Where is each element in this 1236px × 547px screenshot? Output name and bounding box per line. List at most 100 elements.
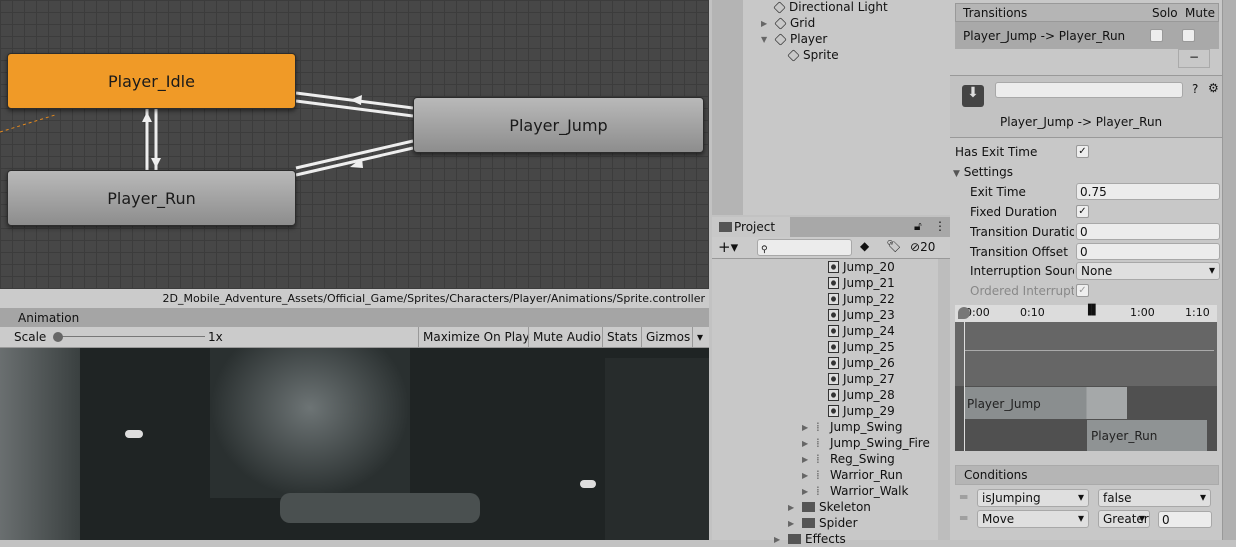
hierarchy-item-sprite[interactable]: Sprite [787,48,839,62]
hierarchy-item-player[interactable]: ▼ Player [761,32,827,46]
solo-header: Solo [1152,6,1178,20]
expand-arrow-icon[interactable]: ▶ [802,423,812,432]
condition-param-dropdown[interactable]: Move [977,510,1089,528]
project-item-animation[interactable]: ▶ ⁞ Warrior_Walk [802,483,908,499]
drag-handle-icon[interactable]: ═ [960,490,967,504]
project-item-sprite[interactable]: Jump_29 [828,403,895,419]
expand-arrow-icon[interactable]: ▶ [761,19,771,28]
expand-arrow-icon[interactable]: ▶ [802,471,812,480]
hierarchy-item-directional-light[interactable]: Directional Light [773,0,888,14]
expand-arrow-icon[interactable]: ▶ [788,503,798,512]
gear-icon[interactable]: ⚙ [1208,81,1219,95]
expand-arrow-icon[interactable]: ▶ [802,455,812,464]
project-item-sprite[interactable]: Jump_27 [828,371,895,387]
filter-type-icon[interactable]: ◆ [860,239,869,253]
project-item-animation[interactable]: ▶ ⁞ Jump_Swing_Fire [802,435,930,451]
project-tab-label: Project [734,220,776,234]
playhead-handle[interactable] [958,307,970,319]
clip-player-jump[interactable]: Player_Jump [967,397,1041,411]
drag-handle-icon[interactable]: ═ [960,511,967,525]
hierarchy-item-grid[interactable]: ▶ Grid [761,16,815,30]
transition-offset-input[interactable]: 0 [1076,243,1220,260]
game-view[interactable] [0,348,709,540]
project-scrollbar[interactable] [938,259,950,540]
gizmos-dropdown-icon[interactable]: ▾ [692,327,707,348]
mute-audio-button[interactable]: Mute Audio [528,327,605,348]
create-button[interactable]: +▾ [718,238,738,256]
tick-label: 1:10 [1185,306,1210,319]
clip-player-run[interactable]: Player_Run [1091,429,1157,443]
project-item-sprite[interactable]: Jump_28 [828,387,895,403]
settings-foldout[interactable]: ▼ Settings [953,165,1013,179]
state-player-idle[interactable]: Player_Idle [7,53,296,109]
inspector-scrollbar[interactable] [1222,0,1236,540]
project-item-animation[interactable]: ▶ ⁞ Reg_Swing [802,451,895,467]
project-item-sprite[interactable]: Jump_24 [828,323,895,339]
tab-project[interactable]: Project [712,217,790,237]
item-label: Jump_29 [843,404,895,418]
stats-button[interactable]: Stats [602,327,642,348]
project-item-sprite[interactable]: Jump_23 [828,307,895,323]
item-label: Jump_28 [843,388,895,402]
inspector-title: Player_Jump -> Player_Run [1000,115,1163,129]
scale-value: 1x [208,330,223,344]
transition-icon: ⬇ [962,85,984,107]
project-item-sprite[interactable]: Jump_21 [828,275,895,291]
transition-duration-input[interactable]: 0 [1076,223,1220,240]
sprite-sheet-icon: ⁞ [816,420,820,434]
condition-param-dropdown[interactable]: isJumping [977,489,1089,507]
help-icon[interactable]: ? [1192,82,1198,96]
scale-slider[interactable] [53,332,205,342]
transition-duration-label: Transition Duration [970,225,1074,239]
transition-name-input[interactable] [995,82,1183,98]
sprite-sheet-icon: ⁞ [816,452,820,466]
interruption-source-dropdown[interactable]: None [1076,262,1220,280]
condition-op-dropdown[interactable]: false [1098,489,1211,507]
state-player-run[interactable]: Player_Run [7,170,296,226]
project-item-sprite[interactable]: Jump_22 [828,291,895,307]
more-menu-icon[interactable]: ⋮ [934,219,946,233]
project-item-animation[interactable]: ▶ ⁞ Warrior_Run [802,467,903,483]
project-item-sprite[interactable]: Jump_26 [828,355,895,371]
label-icon[interactable]: 🏷︎ [886,239,901,253]
project-search-input[interactable]: ⚲ [757,239,852,256]
has-exit-time-checkbox[interactable]: ✓ [1076,145,1089,158]
project-folder[interactable]: ▶ Effects [774,531,846,547]
maximize-on-play-button[interactable]: Maximize On Play [418,327,534,348]
ordered-interruption-checkbox: ✓ [1076,284,1089,297]
sprite-icon [828,277,839,289]
expand-arrow-icon[interactable]: ▶ [802,439,812,448]
remove-transition-button[interactable]: − [1178,49,1210,68]
item-label: Grid [790,16,816,30]
transition-marker-handle[interactable]: ▐▌ [1084,305,1099,316]
project-item-animation[interactable]: ▶ ⁞ Jump_Swing [802,419,902,435]
lock-icon[interactable]: 🔓︎ [914,219,922,234]
fixed-duration-checkbox[interactable]: ✓ [1076,205,1089,218]
tab-animation[interactable]: Animation [0,308,709,327]
search-icon: ⚲ [761,245,768,255]
mute-checkbox[interactable] [1182,29,1195,42]
item-label: Jump_22 [843,292,895,306]
gameobject-icon [774,16,787,30]
transition-row[interactable]: Player_Jump -> Player_Run [955,22,1219,49]
project-item-sprite[interactable]: Jump_25 [828,339,895,355]
item-label: Jump_24 [843,324,895,338]
project-folder[interactable]: ▶ Skeleton [788,499,871,515]
hidden-packages-toggle[interactable]: ⊘20 [910,240,935,254]
collapse-arrow-icon[interactable]: ▼ [761,35,771,44]
expand-arrow-icon[interactable]: ▶ [802,487,812,496]
gizmos-button[interactable]: Gizmos [641,327,694,348]
condition-op-dropdown[interactable]: Greater [1098,510,1150,528]
expand-arrow-icon[interactable]: ▶ [774,535,784,544]
state-player-jump[interactable]: Player_Jump [413,97,704,153]
sprite-icon [828,293,839,305]
exit-time-input[interactable]: 0.75 [1076,183,1220,200]
transition-timeline[interactable]: 0:00 0:10 1:00 1:10 ▐▌ Player_Jump Playe… [955,305,1217,451]
project-item-sprite[interactable]: Jump_20 [828,259,895,275]
condition-value-input[interactable]: 0 [1158,511,1212,528]
animator-graph[interactable]: Player_Idle Player_Jump Player_Run [0,0,709,289]
project-folder[interactable]: ▶ Spider [788,515,858,531]
expand-arrow-icon[interactable]: ▶ [788,519,798,528]
fixed-duration-label: Fixed Duration [970,205,1058,219]
solo-checkbox[interactable] [1150,29,1163,42]
